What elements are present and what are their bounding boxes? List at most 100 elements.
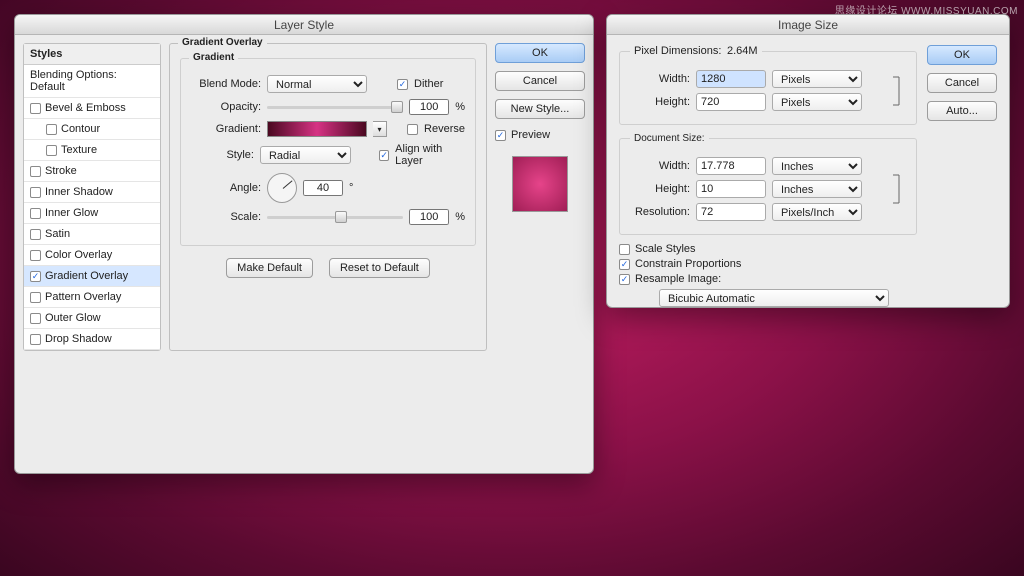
res-input[interactable] <box>696 203 766 221</box>
style-item-label: Gradient Overlay <box>45 270 128 282</box>
style-item-label: Inner Shadow <box>45 186 113 198</box>
style-checkbox[interactable] <box>30 334 41 345</box>
style-item-label: Stroke <box>45 165 77 177</box>
resample-label: Resample Image: <box>635 273 721 285</box>
scale-input[interactable] <box>409 209 449 225</box>
doc-width-unit[interactable]: Inches <box>772 157 862 175</box>
px-width-input[interactable] <box>696 70 766 88</box>
dither-checkbox[interactable]: ✓ <box>397 79 408 90</box>
style-checkbox[interactable] <box>46 145 57 156</box>
style-item-label: Texture <box>61 144 97 156</box>
doc-height-label: Height: <box>630 183 690 195</box>
style-checkbox[interactable] <box>30 313 41 324</box>
reverse-checkbox[interactable] <box>407 124 418 135</box>
px-width-unit[interactable]: Pixels <box>772 70 862 88</box>
reset-default-button[interactable]: Reset to Default <box>329 258 430 278</box>
ok-button[interactable]: OK <box>927 45 997 65</box>
pct-label-2: % <box>455 211 465 223</box>
px-height-label: Height: <box>630 96 690 108</box>
style-label: Style: <box>191 149 254 161</box>
style-checkbox[interactable] <box>30 292 41 303</box>
link-icon <box>890 169 906 209</box>
scale-slider[interactable] <box>267 210 403 224</box>
style-item-label: Bevel & Emboss <box>45 102 126 114</box>
style-item-label: Inner Glow <box>45 207 98 219</box>
cancel-button[interactable]: Cancel <box>927 73 997 93</box>
style-checkbox[interactable] <box>30 229 41 240</box>
blending-options-row[interactable]: Blending Options: Default <box>24 65 160 98</box>
angle-dial[interactable] <box>267 173 297 203</box>
dialog-buttons: OK Cancel New Style... ✓ Preview <box>495 43 585 351</box>
style-item-color-overlay[interactable]: Color Overlay <box>24 245 160 266</box>
style-item-bevel-emboss[interactable]: Bevel & Emboss <box>24 98 160 119</box>
scale-styles-label: Scale Styles <box>635 243 696 255</box>
doc-width-label: Width: <box>630 160 690 172</box>
doc-height-input[interactable] <box>696 180 766 198</box>
px-height-input[interactable] <box>696 93 766 111</box>
layer-style-dialog: Layer Style Styles Blending Options: Def… <box>14 14 594 474</box>
pixel-dim-value: 2.64M <box>727 45 758 57</box>
link-icon <box>890 71 906 111</box>
style-checkbox[interactable] <box>30 208 41 219</box>
res-unit[interactable]: Pixels/Inch <box>772 203 862 221</box>
style-item-stroke[interactable]: Stroke <box>24 161 160 182</box>
gradient-label: Gradient: <box>191 123 261 135</box>
pct-label: % <box>455 101 465 113</box>
align-checkbox[interactable]: ✓ <box>379 150 389 161</box>
style-item-gradient-overlay[interactable]: ✓ Gradient Overlay <box>24 266 160 287</box>
pixel-dimensions-group: Pixel Dimensions: 2.64M Width:Pixels Hei… <box>619 45 917 125</box>
deg-label: ° <box>349 182 353 194</box>
preview-checkbox[interactable]: ✓ <box>495 130 506 141</box>
constrain-checkbox[interactable]: ✓ <box>619 259 630 270</box>
resample-method-select[interactable]: Bicubic Automatic <box>659 289 889 307</box>
style-item-contour[interactable]: Contour <box>24 119 160 140</box>
align-label: Align with Layer <box>395 143 465 167</box>
style-item-inner-glow[interactable]: Inner Glow <box>24 203 160 224</box>
style-item-label: Satin <box>45 228 70 240</box>
px-height-unit[interactable]: Pixels <box>772 93 862 111</box>
blend-mode-label: Blend Mode: <box>191 78 261 90</box>
style-checkbox[interactable] <box>30 187 41 198</box>
cancel-button[interactable]: Cancel <box>495 71 585 91</box>
style-checkbox[interactable] <box>46 124 57 135</box>
gradient-dropdown[interactable]: ▾ <box>373 121 387 137</box>
style-item-pattern-overlay[interactable]: Pattern Overlay <box>24 287 160 308</box>
opacity-input[interactable] <box>409 99 449 115</box>
resample-checkbox[interactable]: ✓ <box>619 274 630 285</box>
style-item-drop-shadow[interactable]: Drop Shadow <box>24 329 160 350</box>
style-item-label: Drop Shadow <box>45 333 112 345</box>
dialog-title: Layer Style <box>15 15 593 35</box>
ok-button[interactable]: OK <box>495 43 585 63</box>
scale-styles-checkbox[interactable] <box>619 244 630 255</box>
preview-label: Preview <box>511 129 550 141</box>
styles-list: Styles Blending Options: Default Bevel &… <box>23 43 161 351</box>
style-checkbox[interactable]: ✓ <box>30 271 41 282</box>
doc-width-input[interactable] <box>696 157 766 175</box>
angle-input[interactable] <box>303 180 343 196</box>
angle-label: Angle: <box>191 182 261 194</box>
doc-size-label: Document Size: <box>630 133 709 144</box>
reverse-label: Reverse <box>424 123 465 135</box>
panel-title: Gradient Overlay <box>178 37 267 48</box>
auto-button[interactable]: Auto... <box>927 101 997 121</box>
make-default-button[interactable]: Make Default <box>226 258 313 278</box>
new-style-button[interactable]: New Style... <box>495 99 585 119</box>
style-checkbox[interactable] <box>30 250 41 261</box>
preview-swatch <box>512 156 568 212</box>
res-label: Resolution: <box>630 206 690 218</box>
style-item-label: Outer Glow <box>45 312 101 324</box>
style-item-inner-shadow[interactable]: Inner Shadow <box>24 182 160 203</box>
gradient-swatch[interactable] <box>267 121 367 137</box>
style-checkbox[interactable] <box>30 166 41 177</box>
opacity-slider[interactable] <box>267 100 403 114</box>
scale-label: Scale: <box>191 211 261 223</box>
blend-mode-select[interactable]: Normal <box>267 75 367 93</box>
dither-label: Dither <box>414 78 443 90</box>
style-select[interactable]: Radial <box>260 146 351 164</box>
style-item-outer-glow[interactable]: Outer Glow <box>24 308 160 329</box>
style-item-texture[interactable]: Texture <box>24 140 160 161</box>
style-item-satin[interactable]: Satin <box>24 224 160 245</box>
constrain-label: Constrain Proportions <box>635 258 741 270</box>
style-checkbox[interactable] <box>30 103 41 114</box>
doc-height-unit[interactable]: Inches <box>772 180 862 198</box>
